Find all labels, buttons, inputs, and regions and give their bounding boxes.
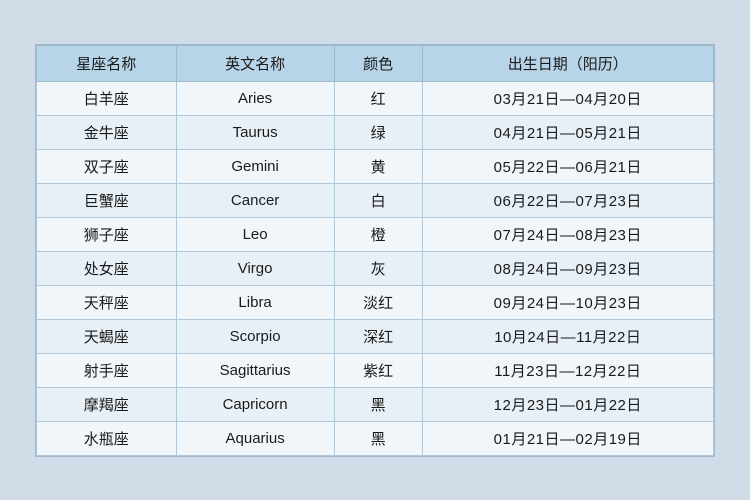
cell-row6-col0: 天秤座 <box>37 285 177 319</box>
table-body: 白羊座Aries红03月21日—04月20日金牛座Taurus绿04月21日—0… <box>37 81 714 455</box>
cell-row9-col3: 12月23日—01月22日 <box>422 387 713 421</box>
cell-row3-col3: 06月22日—07月23日 <box>422 183 713 217</box>
cell-row4-col1: Leo <box>176 217 334 251</box>
table-row: 天秤座Libra淡红09月24日—10月23日 <box>37 285 714 319</box>
header-birthday: 出生日期（阳历） <box>422 45 713 81</box>
header-english-name: 英文名称 <box>176 45 334 81</box>
cell-row3-col1: Cancer <box>176 183 334 217</box>
table-row: 金牛座Taurus绿04月21日—05月21日 <box>37 115 714 149</box>
table-row: 白羊座Aries红03月21日—04月20日 <box>37 81 714 115</box>
cell-row7-col2: 深红 <box>334 319 422 353</box>
cell-row3-col2: 白 <box>334 183 422 217</box>
table-row: 巨蟹座Cancer白06月22日—07月23日 <box>37 183 714 217</box>
cell-row0-col2: 红 <box>334 81 422 115</box>
table-row: 水瓶座Aquarius黑01月21日—02月19日 <box>37 421 714 455</box>
table-row: 射手座Sagittarius紫红11月23日—12月22日 <box>37 353 714 387</box>
cell-row7-col3: 10月24日—11月22日 <box>422 319 713 353</box>
cell-row10-col0: 水瓶座 <box>37 421 177 455</box>
cell-row8-col3: 11月23日—12月22日 <box>422 353 713 387</box>
cell-row9-col2: 黑 <box>334 387 422 421</box>
cell-row0-col0: 白羊座 <box>37 81 177 115</box>
cell-row3-col0: 巨蟹座 <box>37 183 177 217</box>
table-row: 处女座Virgo灰08月24日—09月23日 <box>37 251 714 285</box>
cell-row2-col3: 05月22日—06月21日 <box>422 149 713 183</box>
cell-row1-col2: 绿 <box>334 115 422 149</box>
table-header-row: 星座名称 英文名称 颜色 出生日期（阳历） <box>37 45 714 81</box>
cell-row1-col0: 金牛座 <box>37 115 177 149</box>
cell-row0-col3: 03月21日—04月20日 <box>422 81 713 115</box>
cell-row6-col3: 09月24日—10月23日 <box>422 285 713 319</box>
cell-row4-col0: 狮子座 <box>37 217 177 251</box>
cell-row4-col3: 07月24日—08月23日 <box>422 217 713 251</box>
cell-row6-col2: 淡红 <box>334 285 422 319</box>
cell-row0-col1: Aries <box>176 81 334 115</box>
cell-row5-col0: 处女座 <box>37 251 177 285</box>
cell-row10-col2: 黑 <box>334 421 422 455</box>
cell-row6-col1: Libra <box>176 285 334 319</box>
cell-row9-col0: 摩羯座 <box>37 387 177 421</box>
cell-row7-col1: Scorpio <box>176 319 334 353</box>
cell-row2-col0: 双子座 <box>37 149 177 183</box>
cell-row1-col3: 04月21日—05月21日 <box>422 115 713 149</box>
table-row: 狮子座Leo橙07月24日—08月23日 <box>37 217 714 251</box>
cell-row10-col3: 01月21日—02月19日 <box>422 421 713 455</box>
cell-row9-col1: Capricorn <box>176 387 334 421</box>
cell-row2-col1: Gemini <box>176 149 334 183</box>
table-row: 天蝎座Scorpio深红10月24日—11月22日 <box>37 319 714 353</box>
table-row: 双子座Gemini黄05月22日—06月21日 <box>37 149 714 183</box>
cell-row8-col2: 紫红 <box>334 353 422 387</box>
cell-row10-col1: Aquarius <box>176 421 334 455</box>
cell-row5-col1: Virgo <box>176 251 334 285</box>
cell-row2-col2: 黄 <box>334 149 422 183</box>
table-row: 摩羯座Capricorn黑12月23日—01月22日 <box>37 387 714 421</box>
cell-row5-col2: 灰 <box>334 251 422 285</box>
zodiac-table-container: 星座名称 英文名称 颜色 出生日期（阳历） 白羊座Aries红03月21日—04… <box>35 44 715 457</box>
cell-row8-col0: 射手座 <box>37 353 177 387</box>
cell-row7-col0: 天蝎座 <box>37 319 177 353</box>
header-color: 颜色 <box>334 45 422 81</box>
header-chinese-name: 星座名称 <box>37 45 177 81</box>
cell-row5-col3: 08月24日—09月23日 <box>422 251 713 285</box>
zodiac-table: 星座名称 英文名称 颜色 出生日期（阳历） 白羊座Aries红03月21日—04… <box>36 45 714 456</box>
cell-row1-col1: Taurus <box>176 115 334 149</box>
cell-row4-col2: 橙 <box>334 217 422 251</box>
cell-row8-col1: Sagittarius <box>176 353 334 387</box>
